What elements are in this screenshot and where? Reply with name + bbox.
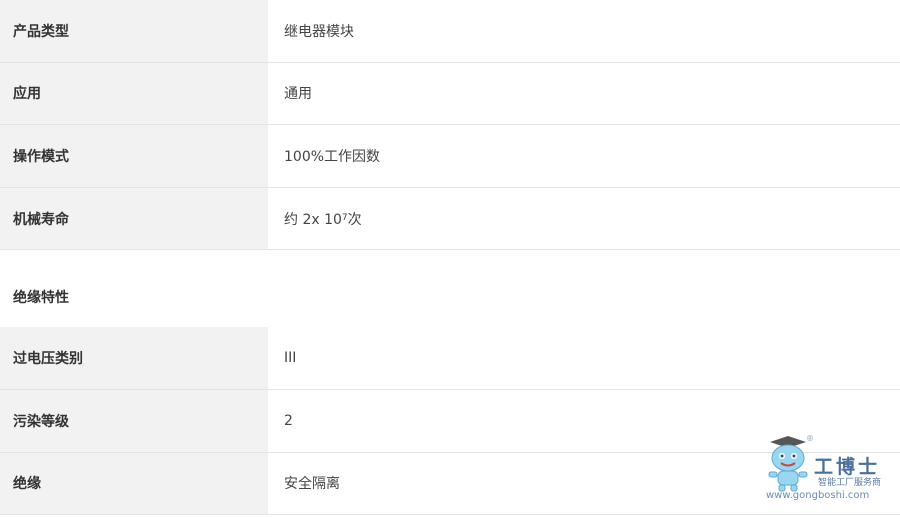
watermark-logo: ® 工博士 智能工厂服务商 www.gongboshi.com [762, 434, 892, 506]
row-value: 约 2x 10 7 次 [268, 188, 900, 250]
table-row: 应用 通用 [0, 62, 900, 126]
row-value: III [284, 350, 297, 367]
table-row: 产品类型 继电器模块 [0, 0, 900, 63]
table-row: 机械寿命 约 2x 10 7 次 [0, 187, 900, 251]
row-label: 机械寿命 [0, 187, 268, 250]
brand-subtitle: 智能工厂服务商 [818, 478, 882, 488]
row-label: 操作模式 [0, 125, 268, 187]
row-label: 绝缘 [0, 452, 268, 515]
table-row: 过电压类别 III [0, 327, 900, 390]
value-prefix: 约 2x 10 [284, 211, 342, 228]
row-label: 应用 [0, 62, 268, 125]
robot-mascot-icon [768, 436, 808, 492]
row-label: 污染等级 [0, 389, 268, 452]
row-label: 产品类型 [0, 0, 268, 62]
value-suffix: 次 [347, 211, 362, 228]
row-value: 100%工作因数 [284, 148, 381, 165]
row-value: 继电器模块 [284, 23, 354, 40]
row-value: 通用 [284, 86, 312, 103]
brand-url: www.gongboshi.com [766, 490, 870, 501]
row-label: 过电压类别 [0, 327, 268, 389]
table-row: 操作模式 100%工作因数 [0, 125, 900, 188]
section-title: 绝缘特性 [13, 290, 69, 307]
registered-mark: ® [806, 434, 814, 443]
